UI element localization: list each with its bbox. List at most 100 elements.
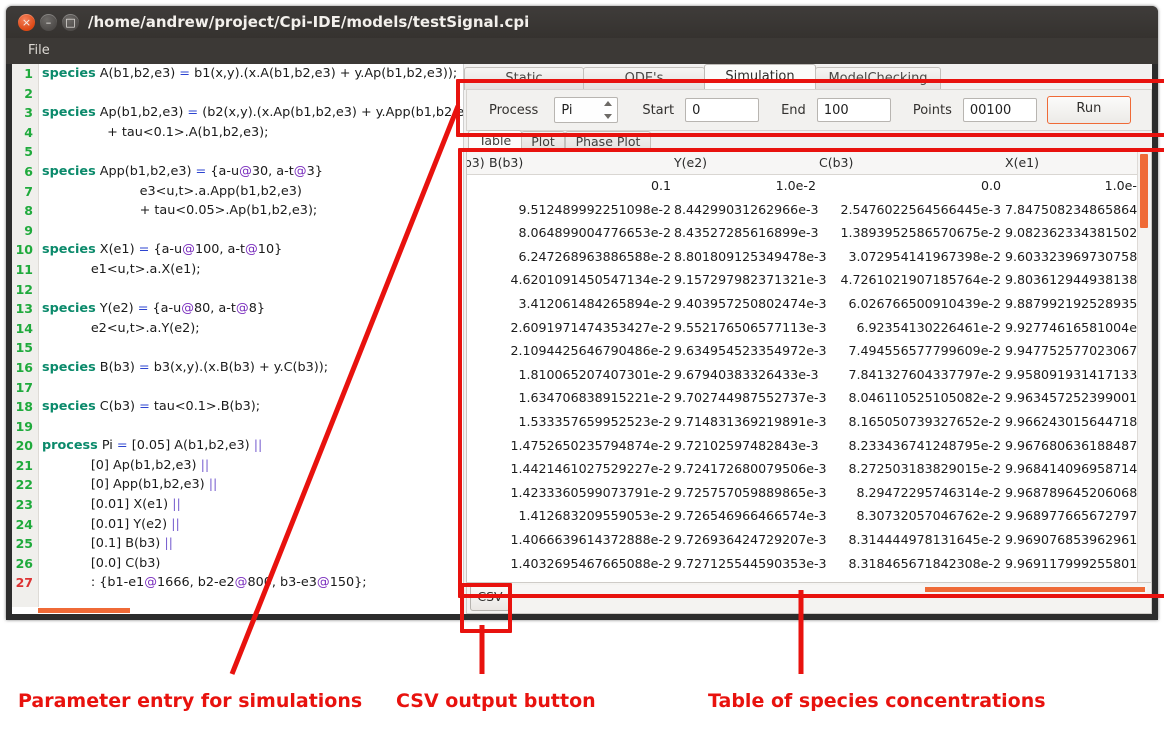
table-row[interactable]: 1.4752650235794874e-2 9.72102597482843e-3… bbox=[467, 434, 1151, 458]
table-row[interactable]: 2.6091971474353427e-2 9.552176506577113e-… bbox=[467, 316, 1151, 340]
menu-item-file[interactable]: File bbox=[24, 41, 54, 60]
table-cell: 9.968789645206068e-3 bbox=[1005, 484, 1152, 500]
run-button[interactable]: Run bbox=[1046, 96, 1131, 124]
table-row[interactable]: 1.4032695467665088e-2 9.727125544590353e-… bbox=[467, 552, 1151, 576]
table-horizontal-scrollbar[interactable] bbox=[511, 585, 1147, 595]
table-row[interactable]: 1.4421461027529227e-2 9.724172680079506e-… bbox=[467, 457, 1151, 481]
table-cell: 9.157297982371321e-3 bbox=[674, 272, 827, 288]
close-icon: × bbox=[21, 16, 32, 29]
code-editor[interactable]: 1 2 3 4 5 6 7 8 9 10 11 12 13 14 15 16 17 18 19 20 21 22 23 24 2… bbox=[12, 64, 464, 614]
table-cell: 9.969076853962961e-3 bbox=[1005, 531, 1152, 547]
line-number: 23 bbox=[15, 497, 33, 513]
spinner-arrows-icon[interactable] bbox=[603, 101, 612, 119]
table-column-header[interactable]: X(e1) bbox=[1005, 152, 1145, 174]
table-row[interactable]: 8.064899004776653e-2 8.43527285616899e-3 1… bbox=[467, 221, 1151, 245]
table-cell: 0.0 bbox=[980, 178, 1001, 193]
table-row[interactable]: 1.4066639614372888e-2 9.726936424729207e-… bbox=[467, 528, 1151, 552]
tab-modelchecking[interactable]: ModelChecking bbox=[815, 67, 941, 90]
table-row[interactable]: 1.533357659952523e-2 9.714831369219891e-3… bbox=[467, 410, 1151, 434]
table-cell: 8.43527285616899e-3 bbox=[674, 225, 819, 241]
table-row[interactable]: 1.634706838915221e-2 9.702744987552737e-3… bbox=[467, 386, 1151, 410]
line-number: 27 bbox=[15, 575, 33, 591]
line-number: 14 bbox=[15, 320, 33, 336]
editor-scrollbar-thumb[interactable] bbox=[38, 608, 130, 613]
tab-simulation[interactable]: Simulation bbox=[704, 64, 816, 90]
table-vertical-scrollbar[interactable] bbox=[1137, 152, 1151, 582]
table-cell: 9.702744987552737e-3 bbox=[674, 390, 827, 406]
start-input[interactable]: 0 bbox=[685, 98, 760, 122]
window-client-area: 1 2 3 4 5 6 7 8 9 10 11 12 13 14 15 16 17 18 19 20 21 22 23 24 2… bbox=[12, 64, 1152, 614]
subtab-plot[interactable]: Plot bbox=[521, 131, 565, 152]
table-column-header[interactable]: C(b3) bbox=[819, 152, 1001, 174]
process-select[interactable]: Pi bbox=[554, 97, 619, 123]
table-cell: 6.247268963886588e-2 bbox=[518, 248, 671, 264]
line-number: 4 bbox=[24, 124, 33, 140]
table-cell: 9.969117999255801e-3 bbox=[1005, 555, 1152, 571]
table-row[interactable]: 9.512489992251098e-2 8.44299031262966e-3 2… bbox=[467, 198, 1151, 222]
table-cell: 1.810065207407301e-2 bbox=[518, 366, 671, 382]
table-row[interactable]: 4.6201091450547134e-2 9.157297982371321e-… bbox=[467, 268, 1151, 292]
code-line: [0.1] B(b3) || bbox=[42, 536, 173, 552]
table-cell: 9.726936424729207e-3 bbox=[674, 531, 827, 547]
close-button[interactable]: × bbox=[18, 14, 35, 31]
results-table[interactable]: (b3)B(b3)Y(e2)C(b3)X(e1) 0.1 1.0e-2 0.0 1.0… bbox=[466, 151, 1152, 583]
subtab-phase-plot[interactable]: Phase Plot bbox=[565, 131, 651, 152]
code-line: process Pi = [0.05] A(b1,b2,e3) || bbox=[42, 438, 263, 454]
code-line: [0.01] Y(e2) || bbox=[42, 516, 180, 532]
table-column-header[interactable]: B(b3) bbox=[489, 152, 671, 174]
table-row[interactable]: 6.247268963886588e-2 8.801809125349478e-3… bbox=[467, 245, 1151, 269]
annotation-label-table: Table of species concentrations bbox=[708, 690, 1046, 712]
table-row[interactable]: 1.810065207407301e-2 9.67940383326433e-3 7… bbox=[467, 363, 1151, 387]
table-column-header[interactable]: Y(e2) bbox=[674, 152, 816, 174]
table-cell: 8.064899004776653e-2 bbox=[518, 225, 671, 241]
table-cell: 9.603323969730758e-3 bbox=[1005, 248, 1152, 264]
line-number: 3 bbox=[24, 105, 33, 121]
code-line: [0.01] X(e1) || bbox=[42, 497, 181, 513]
table-row[interactable]: 1.412683209559053e-2 9.726546966466574e-3… bbox=[467, 504, 1151, 528]
maximize-button[interactable]: □ bbox=[62, 14, 79, 31]
tab-ode-s[interactable]: ODE's bbox=[583, 67, 705, 90]
table-cell: 8.233436741248795e-2 bbox=[848, 437, 1001, 453]
code-text-area[interactable]: species A(b1,b2,e3) = b1(x,y).(x.A(b1,b2… bbox=[42, 64, 463, 607]
subtab-label: Plot bbox=[531, 134, 555, 149]
table-vscroll-thumb[interactable] bbox=[1140, 154, 1148, 228]
table-cell: 1.4752650235794874e-2 bbox=[510, 437, 671, 453]
end-label: End bbox=[781, 102, 806, 118]
table-row[interactable]: 0.1 1.0e-2 0.0 1.0e-2 bbox=[467, 174, 1151, 198]
tab-static[interactable]: Static bbox=[464, 67, 584, 90]
line-number: 26 bbox=[15, 555, 33, 571]
code-line: species Ap(b1,b2,e3) = (b2(x,y).(x.Ap(b1… bbox=[42, 105, 464, 121]
line-number: 13 bbox=[15, 301, 33, 317]
csv-export-button[interactable]: CSV bbox=[470, 585, 510, 611]
table-row[interactable]: 1.4233360599073791e-2 9.725757059889865e-… bbox=[467, 481, 1151, 505]
subtab-table[interactable]: Table bbox=[468, 130, 522, 152]
minimize-button[interactable]: – bbox=[40, 14, 57, 31]
table-row[interactable]: 2.1094425646790486e-2 9.634954523354972e-… bbox=[467, 339, 1151, 363]
analysis-tab-strip: Static ODE's Simulation ModelChecking bbox=[464, 64, 1152, 90]
code-line: species Y(e2) = {a-u@80, a-t@8} bbox=[42, 301, 265, 317]
table-cell: 1.4066639614372888e-2 bbox=[510, 531, 671, 547]
line-number: 8 bbox=[24, 203, 33, 219]
minimize-icon: – bbox=[45, 16, 52, 29]
editor-horizontal-scrollbar[interactable] bbox=[12, 607, 463, 614]
table-cell: 9.967680636188487e-3 bbox=[1005, 437, 1152, 453]
line-number: 18 bbox=[15, 399, 33, 415]
table-hscroll-thumb[interactable] bbox=[925, 587, 1145, 592]
table-cell: 7.847508234865864e-3 bbox=[1005, 201, 1152, 217]
line-number: 19 bbox=[15, 418, 33, 434]
analysis-panel: Static ODE's Simulation ModelChecking Proce… bbox=[464, 64, 1152, 614]
code-line: [0] Ap(b1,b2,e3) || bbox=[42, 457, 210, 473]
code-line: + tau<0.1>.A(b1,b2,e3); bbox=[42, 124, 269, 140]
tab-label: Simulation bbox=[725, 69, 795, 84]
points-input[interactable]: 00100 bbox=[962, 98, 1037, 122]
table-cell: 9.958091931417133e-3 bbox=[1005, 366, 1152, 382]
end-input[interactable]: 100 bbox=[816, 98, 891, 122]
table-cell: 8.314444978131645e-2 bbox=[848, 531, 1001, 547]
table-cell: 9.947752577023067e-3 bbox=[1005, 343, 1152, 359]
line-number: 7 bbox=[24, 183, 33, 199]
table-cell: 9.082362334381502e-3 bbox=[1005, 225, 1152, 241]
table-cell: 9.724172680079506e-3 bbox=[674, 461, 827, 477]
table-row[interactable]: 3.412061484265894e-2 9.403957250802474e-3… bbox=[467, 292, 1151, 316]
